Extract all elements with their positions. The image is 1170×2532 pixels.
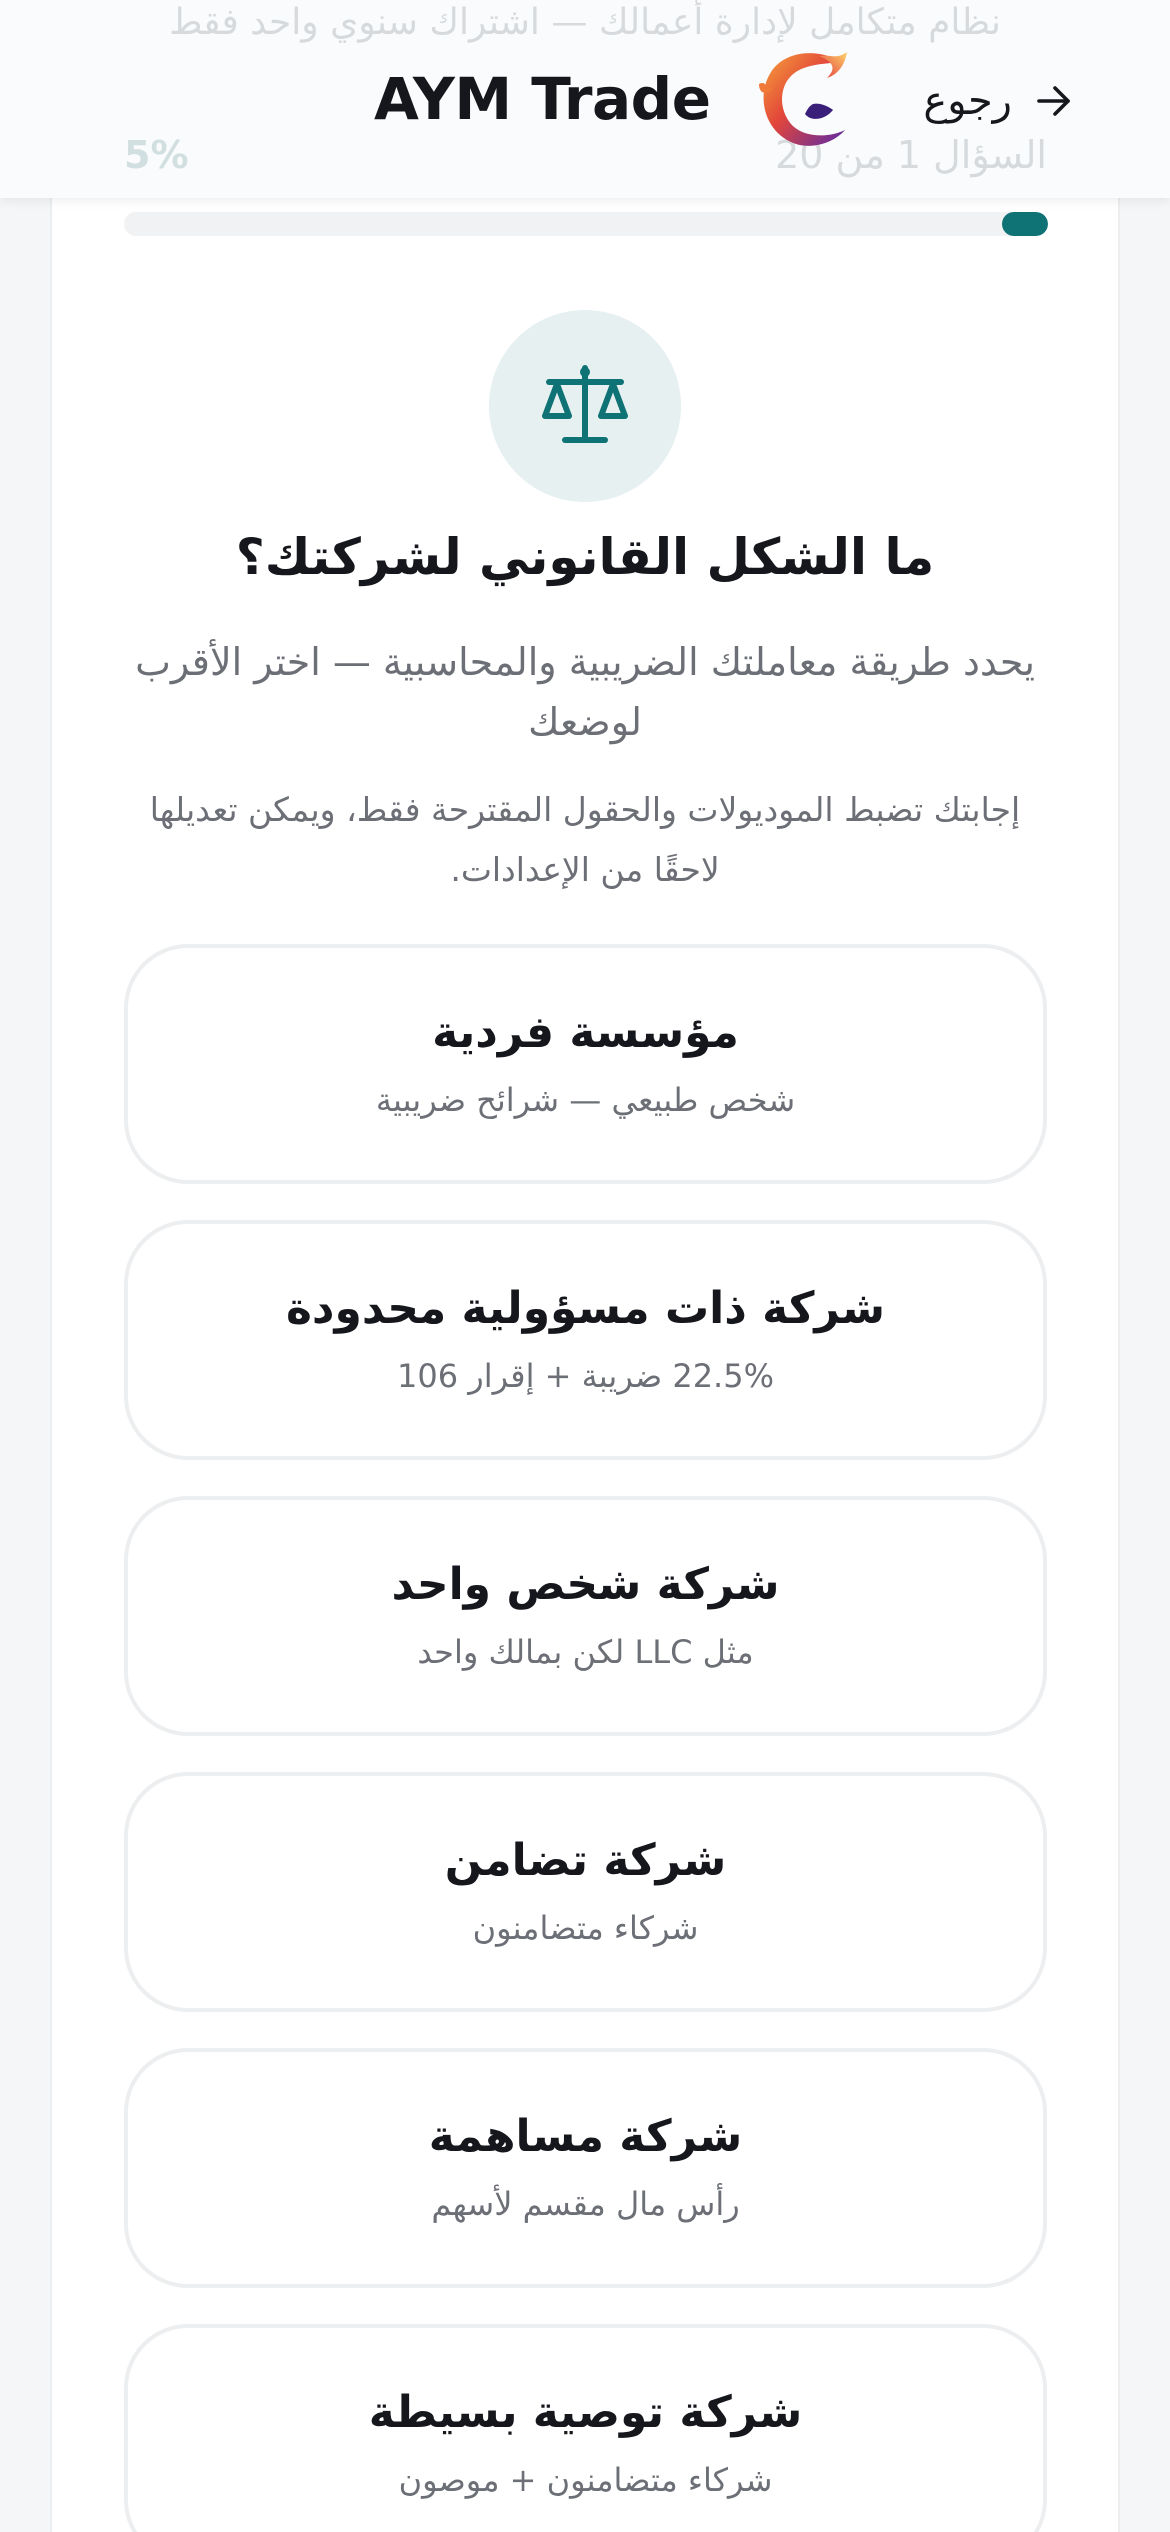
option-limited-partnership[interactable]: شركة توصية بسيطة شركاء متضامنون + موصون [124, 2324, 1047, 2532]
progress-bar [124, 212, 1048, 236]
back-button[interactable]: رجوع [923, 66, 1074, 136]
option-description: شركاء متضامنون [472, 1909, 699, 1947]
question-icon-badge [489, 310, 681, 502]
onboarding-page: نظام متكامل لإدارة أعمالك — اشتراك سنوي … [0, 0, 1170, 2532]
app-header: نظام متكامل لإدارة أعمالك — اشتراك سنوي … [0, 0, 1170, 198]
back-label: رجوع [923, 78, 1012, 124]
options-list: مؤسسة فردية شخص طبيعي — شرائح ضريبية شرك… [124, 944, 1047, 2532]
question-note: إجابتك تضبط الموديولات والحقول المقترحة … [149, 790, 1021, 889]
option-title: شركة شخص واحد [391, 1559, 780, 1610]
header-tagline: نظام متكامل لإدارة أعمالك — اشتراك سنوي … [169, 2, 1001, 43]
flame-c-logo-icon [758, 52, 847, 146]
scale-icon [542, 365, 628, 443]
arrow-right-icon [1037, 86, 1070, 116]
brand-name: AYM Trade [374, 65, 711, 133]
option-llc[interactable]: شركة ذات مسؤولية محدودة 22.5% ضريبة + إق… [124, 1220, 1047, 1460]
option-title: شركة تضامن [444, 1835, 727, 1886]
question-subtitle: يحدد طريقة معاملتك الضريبية والمحاسبية —… [135, 640, 1035, 744]
option-title: شركة توصية بسيطة [368, 2387, 803, 2438]
option-title: مؤسسة فردية [432, 1007, 739, 1058]
option-description: شركاء متضامنون + موصون [398, 2461, 773, 2499]
option-single-person-company[interactable]: شركة شخص واحد مثل LLC لكن بمالك واحد [124, 1496, 1047, 1736]
progress-fill [1002, 212, 1048, 236]
option-general-partnership[interactable]: شركة تضامن شركاء متضامنون [124, 1772, 1047, 2012]
option-joint-stock-company[interactable]: شركة مساهمة رأس مال مقسم لأسهم [124, 2048, 1047, 2288]
option-title: شركة مساهمة [428, 2111, 743, 2162]
option-description: مثل LLC لكن بمالك واحد [417, 1633, 754, 1671]
progress-percent: 5% [124, 133, 189, 177]
question-title: ما الشكل القانوني لشركتك؟ [235, 528, 935, 586]
option-description: رأس مال مقسم لأسهم [431, 2185, 740, 2223]
option-title: شركة ذات مسؤولية محدودة [285, 1283, 886, 1334]
option-description: شخص طبيعي — شرائح ضريبية [375, 1081, 796, 1119]
option-description: 22.5% ضريبة + إقرار 106 [397, 1357, 774, 1395]
option-sole-proprietorship[interactable]: مؤسسة فردية شخص طبيعي — شرائح ضريبية [124, 944, 1047, 1184]
brand: AYM Trade [374, 44, 859, 154]
